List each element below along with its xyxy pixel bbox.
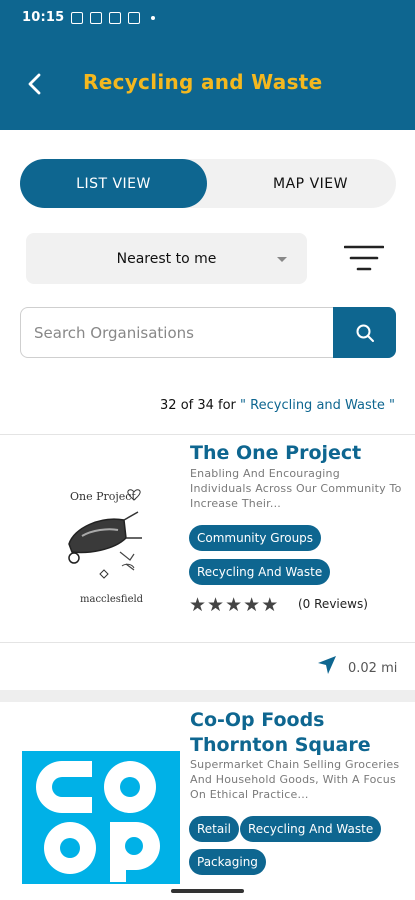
page-title: Recycling and Waste [83, 70, 323, 94]
logo-text-top: One Project [70, 490, 136, 503]
organisation-name[interactable]: The One Project [190, 441, 361, 466]
app-header: 10:15 Recycling and Waste [0, 0, 415, 130]
star-rating: ★ ★ ★ ★ ★ [189, 594, 278, 616]
notification-icon [128, 11, 141, 24]
search-bar [20, 307, 396, 358]
review-count[interactable]: (0 Reviews) [298, 597, 368, 611]
organisation-logo[interactable]: One Project macclesfield [22, 446, 180, 632]
one-project-logo-image: One Project macclesfield [68, 489, 144, 605]
coop-logo-image [36, 761, 160, 882]
search-icon [356, 324, 374, 342]
coop-logo[interactable] [22, 751, 180, 884]
list-view-tab[interactable]: LIST VIEW [20, 159, 207, 208]
star-icon: ★ [189, 594, 207, 616]
filter-icon[interactable] [344, 243, 384, 273]
back-arrow-icon[interactable] [22, 70, 50, 98]
sort-selected-value: Nearest to me [116, 250, 217, 267]
home-gesture-handle[interactable] [171, 889, 244, 893]
divider [0, 642, 415, 643]
card-separator [0, 690, 415, 702]
tag-chip[interactable]: Retail [189, 816, 239, 842]
screen: 10:15 Recycling and Waste LIST VIEW MAP … [0, 0, 415, 900]
organisation-description: Enabling And Encouraging Individuals Acr… [190, 467, 402, 510]
results-summary: 32 of 34 for [160, 398, 236, 413]
map-view-tab[interactable]: MAP VIEW [225, 159, 396, 208]
tag-chip[interactable]: Packaging [189, 849, 266, 875]
star-icon: ★ [261, 594, 279, 616]
view-toggle: LIST VIEW MAP VIEW [20, 159, 396, 208]
organisation-description: Supermarket Chain Selling Groceries And … [190, 758, 400, 801]
status-time: 10:15 [22, 10, 65, 25]
notification-icon [71, 11, 84, 24]
search-input[interactable] [34, 320, 334, 346]
star-icon: ★ [225, 594, 243, 616]
distance-label: 0.02 mi [348, 661, 398, 676]
sort-dropdown[interactable]: Nearest to me [26, 233, 307, 284]
status-bar: 10:15 [22, 10, 156, 25]
results-query: " Recycling and Waste " [240, 398, 395, 413]
star-icon: ★ [207, 594, 225, 616]
tag-chip[interactable]: Recycling And Waste [240, 816, 382, 842]
navigation-arrow-icon[interactable] [316, 654, 338, 676]
divider [0, 434, 415, 435]
dropdown-caret-icon [277, 257, 287, 262]
notification-icon [90, 11, 103, 24]
more-notifications-dot-icon [151, 15, 156, 20]
tag-chip[interactable]: Recycling And Waste [189, 559, 331, 585]
notification-icon [109, 11, 122, 24]
organisation-name-line2[interactable]: Thornton Square [190, 733, 371, 758]
tag-chip[interactable]: Community Groups [189, 525, 322, 551]
star-icon: ★ [243, 594, 261, 616]
logo-text-bottom: macclesfield [80, 594, 144, 605]
results-count: 32 of 34 for " Recycling and Waste " [160, 398, 395, 413]
search-button[interactable] [333, 307, 396, 358]
organisation-name-line1[interactable]: Co-Op Foods [190, 708, 324, 733]
